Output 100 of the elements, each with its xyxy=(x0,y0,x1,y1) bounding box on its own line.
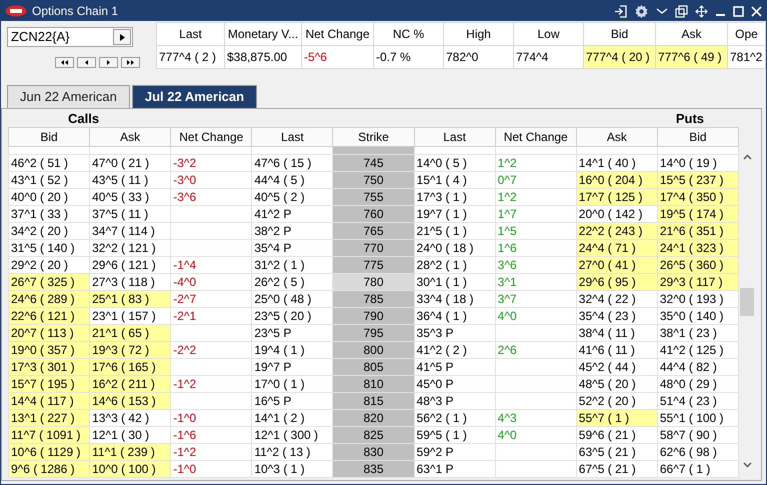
play-icon xyxy=(120,34,124,40)
table-cell: 59^6 ( 21 ) xyxy=(576,426,658,444)
enter-icon[interactable] xyxy=(614,4,627,18)
strike-cell: 795 xyxy=(332,324,414,342)
windows-icon[interactable] xyxy=(675,4,688,18)
next-button[interactable] xyxy=(99,57,118,68)
table-cell: 20^7 ( 113 ) xyxy=(8,324,90,342)
previous-button[interactable] xyxy=(77,57,96,68)
table-cell: 24^1 ( 323 ) xyxy=(657,240,738,256)
chevron-down-icon[interactable] xyxy=(656,7,668,15)
table-cell: 63^5 ( 21 ) xyxy=(576,444,658,460)
table-cell: 2^6 xyxy=(495,342,576,358)
table-cell: 1^6 xyxy=(495,240,576,256)
table-cell: 4^3 xyxy=(495,410,576,426)
quote-cell: 781^2 xyxy=(728,46,766,68)
table-cell: 29^3 ( 117 ) xyxy=(657,274,738,290)
column-header: Bid xyxy=(657,128,738,146)
symbol-input[interactable]: ZCN22{A} xyxy=(8,27,108,47)
table-cell: 34^2 ( 20 ) xyxy=(8,222,90,240)
strike-cell: 790 xyxy=(332,308,414,324)
logo-icon xyxy=(5,5,27,17)
strike-cell: 745 xyxy=(332,154,414,172)
strike-cell: 750 xyxy=(332,172,414,188)
table-cell: 32^2 ( 121 ) xyxy=(90,240,171,256)
table-cell: 41^6 ( 11 ) xyxy=(576,342,658,358)
table-cell: 27^0 ( 41 ) xyxy=(576,256,658,274)
table-cell: -1^0 xyxy=(170,460,252,478)
table-cell: 66^7 ( 1 ) xyxy=(657,460,738,478)
table-cell: -4^0 xyxy=(170,274,252,290)
table-cell: 16^0 ( 204 ) xyxy=(576,172,658,188)
right-icon xyxy=(107,60,110,65)
table-cell: 14^6 ( 153 ) xyxy=(90,392,171,410)
table-cell: 29^6 ( 95 ) xyxy=(576,274,658,290)
table-cell: 24^0 ( 18 ) xyxy=(414,240,496,256)
strike-cell: 830 xyxy=(332,444,414,460)
strike-cell: 755 xyxy=(332,188,414,206)
table-cell: 1^7 xyxy=(495,206,576,222)
table-cell: 45^0 P xyxy=(414,376,496,392)
table-cell: 28^2 ( 1 ) xyxy=(414,256,496,274)
tab[interactable]: Jul 22 American xyxy=(132,85,258,108)
table-cell: 14^4 ( 117 ) xyxy=(8,392,90,410)
table-cell: 59^5 ( 1 ) xyxy=(414,426,496,444)
table-cell: 43^1 ( 52 ) xyxy=(8,172,90,188)
table-cell: 48^3 P xyxy=(414,392,496,410)
table-cell: 10^3 ( 1 ) xyxy=(252,460,333,478)
maximize-icon[interactable] xyxy=(733,6,744,16)
table-cell: 9^6 ( 1286 ) xyxy=(8,460,90,478)
puts-label: Puts xyxy=(676,110,704,127)
table-cell: 62^6 ( 98 ) xyxy=(657,444,738,460)
table-cell: -1^2 xyxy=(170,376,252,392)
strike-cell: 800 xyxy=(332,342,414,358)
table-cell: 59^2 P xyxy=(414,444,496,460)
table-cell: -1^4 xyxy=(170,256,252,274)
tab[interactable]: Jun 22 American xyxy=(7,85,130,108)
strike-cell: 785 xyxy=(332,290,414,308)
quote-cell: 777^6 ( 49 ) xyxy=(656,46,728,68)
table-cell: 35^3 P xyxy=(414,324,496,342)
table-cell: 26^2 ( 5 ) xyxy=(252,274,333,290)
table-cell: -3^2 xyxy=(170,154,252,172)
table-cell: 58^7 ( 90 ) xyxy=(657,426,738,444)
table-cell: -2^2 xyxy=(170,342,252,358)
table-cell: 37^5 ( 11 ) xyxy=(90,206,171,222)
close-icon[interactable] xyxy=(751,6,762,16)
table-cell: 13^1 ( 227 ) xyxy=(8,410,90,426)
table-cell: 40^0 ( 20 ) xyxy=(8,188,90,206)
strike-cell: 825 xyxy=(332,426,414,444)
first-button[interactable] xyxy=(55,57,74,68)
move-icon[interactable] xyxy=(695,4,708,18)
table-cell: 34^7 ( 114 ) xyxy=(90,222,171,240)
table-cell: 38^1 ( 23 ) xyxy=(657,324,738,342)
last-button[interactable] xyxy=(121,57,140,68)
table-cell: 21^5 ( 1 ) xyxy=(414,222,496,240)
settings-icon[interactable] xyxy=(634,4,649,18)
table-cell: 32^4 ( 22 ) xyxy=(576,290,658,308)
quote-cell: -0.7 % xyxy=(374,46,444,68)
table-cell: 48^0 ( 29 ) xyxy=(657,376,738,392)
table-cell: 12^1 ( 300 ) xyxy=(252,426,333,444)
table-cell: 13^3 ( 42 ) xyxy=(90,410,171,426)
table-cell: 19^0 ( 357 ) xyxy=(8,342,90,358)
table-cell: 44^4 ( 5 ) xyxy=(252,172,333,188)
table-cell: 16^5 P xyxy=(252,392,333,410)
table-cell: 17^6 ( 165 ) xyxy=(90,358,171,376)
symbol-field[interactable]: ZCN22{A} xyxy=(7,27,133,47)
table-cell: 36^4 ( 1 ) xyxy=(414,308,496,324)
scrollbar-thumb[interactable] xyxy=(740,288,754,316)
table-cell: 25^0 ( 48 ) xyxy=(252,290,333,308)
column-header: Last xyxy=(414,128,496,146)
table-cell: -1^0 xyxy=(170,410,252,426)
table-cell: 30^1 ( 1 ) xyxy=(414,274,496,290)
table-cell: 15^1 ( 4 ) xyxy=(414,172,496,188)
quote-cell: 777^4 ( 2 ) xyxy=(156,46,224,68)
column-header: Net Change xyxy=(170,128,252,146)
table-cell: 14^1 ( 2 ) xyxy=(252,410,333,426)
table-cell: 10^0 ( 100 ) xyxy=(90,460,171,478)
go-button[interactable] xyxy=(113,29,131,45)
table-cell: -2^7 xyxy=(170,290,252,308)
table-cell: 17^3 ( 301 ) xyxy=(8,358,90,376)
table-cell: 48^5 ( 20 ) xyxy=(576,376,658,392)
table-cell: 46^2 ( 51 ) xyxy=(8,154,90,172)
table-cell: 3^6 xyxy=(495,256,576,274)
